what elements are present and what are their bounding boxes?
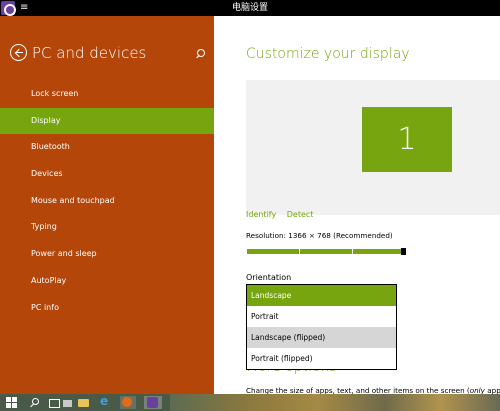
monitor-tile[interactable]: 1 — [362, 107, 452, 172]
taskbar-search-icon[interactable] — [28, 396, 41, 409]
title-bar: ≡ 电脑设置 — [0, 0, 500, 16]
taskbar-wallpaper-strip — [170, 394, 500, 411]
slider-thumb[interactable] — [401, 248, 406, 255]
sidebar-nav: Lock screen Display Bluetooth Devices Mo… — [0, 81, 214, 321]
sidebar-item-mouse-and-touchpad[interactable]: Mouse and touchpad — [0, 188, 214, 215]
change-size-italic: only — [469, 386, 485, 394]
back-arrow-icon[interactable] — [10, 44, 27, 61]
internet-explorer-icon[interactable] — [98, 394, 111, 409]
detect-link[interactable]: Detect — [287, 210, 314, 219]
sidebar-item-display[interactable]: Display — [0, 107, 214, 135]
orientation-dropdown[interactable]: Landscape Portrait Landscape (flipped) P… — [246, 284, 397, 370]
sidebar-item-power-and-sleep[interactable]: Power and sleep — [0, 241, 214, 268]
orientation-option-portrait[interactable]: Portrait — [247, 306, 396, 327]
display-links: Identify Detect — [246, 209, 321, 221]
change-size-tail: applies to — [487, 386, 500, 394]
sidebar-item-bluetooth[interactable]: Bluetooth — [0, 134, 214, 161]
slider-tick — [246, 249, 247, 254]
sidebar-item-pc-info[interactable]: PC info — [0, 295, 214, 322]
settings-taskbar-icon[interactable] — [144, 396, 162, 409]
orientation-option-landscape-flipped[interactable]: Landscape (flipped) — [247, 327, 396, 348]
resolution-slider[interactable] — [246, 248, 406, 255]
orientation-label: Orientation — [246, 273, 292, 282]
page-title: Customize your display — [246, 46, 410, 62]
sidebar-item-devices[interactable]: Devices — [0, 161, 214, 188]
sidebar-item-autoplay[interactable]: AutoPlay — [0, 268, 214, 295]
start-icon[interactable] — [5, 396, 18, 409]
display-arrangement-area: 1 — [246, 80, 500, 215]
sidebar: PC and devices Lock screen Display Bluet… — [0, 16, 214, 394]
sidebar-title: PC and devices — [32, 44, 147, 62]
orientation-option-landscape[interactable]: Landscape — [247, 285, 396, 306]
identify-link[interactable]: Identify — [246, 210, 276, 219]
slider-tick — [299, 249, 300, 254]
slider-tick — [352, 249, 353, 254]
task-view-icon[interactable] — [47, 396, 60, 409]
change-size-text: Change the size of apps, text, and other… — [246, 386, 470, 394]
sidebar-item-lock-screen[interactable]: Lock screen — [0, 81, 214, 108]
window-title: 电脑设置 — [231, 3, 268, 13]
change-size-description: Change the size of apps, text, and other… — [246, 386, 500, 394]
search-icon[interactable] — [195, 49, 205, 59]
firefox-icon[interactable] — [120, 396, 136, 409]
orientation-option-portrait-flipped[interactable]: Portrait (flipped) — [247, 348, 396, 369]
resolution-label: Resolution: 1366 × 768 (Recommended) — [246, 231, 393, 240]
sidebar-item-typing[interactable]: Typing — [0, 214, 214, 241]
file-explorer-icon[interactable] — [77, 396, 90, 409]
taskbar — [0, 394, 500, 411]
store-icon[interactable] — [61, 396, 74, 409]
main-content: Customize your display 1 Identify Detect… — [214, 16, 500, 394]
